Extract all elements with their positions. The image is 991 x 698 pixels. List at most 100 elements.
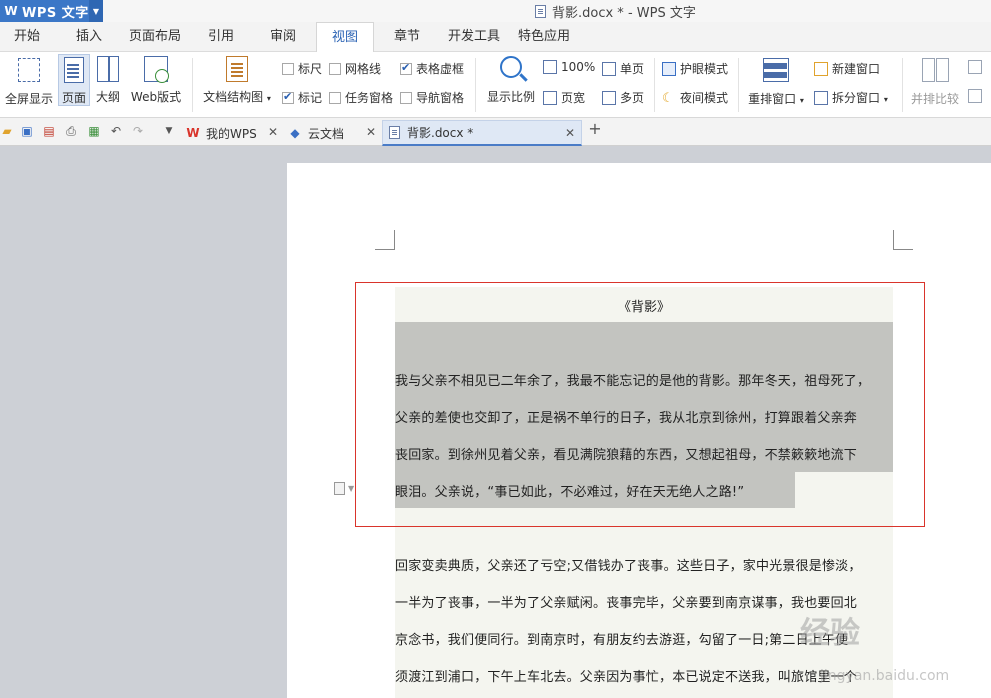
magnifier-icon [500, 56, 522, 78]
doc-structure-button[interactable]: 文档结构图 ▾ [200, 56, 274, 105]
chevron-down-icon: ▾ [883, 95, 888, 104]
close-icon[interactable]: ✕ [366, 125, 376, 139]
moon-icon: ☾ [662, 91, 674, 106]
ribbon-separator [654, 58, 655, 112]
side-by-side-button[interactable]: 并排比较 [908, 56, 962, 107]
print-preview-icon[interactable]: ▦ [87, 124, 101, 138]
split-window-icon [814, 91, 828, 105]
checkbox-icon [400, 92, 412, 104]
chevron-down-icon[interactable]: ▼ [89, 0, 103, 22]
tab-view[interactable]: 视图 [316, 22, 374, 53]
zoom-100-label: 100% [561, 60, 596, 74]
page-width-button[interactable]: 页宽 [543, 89, 585, 106]
fullscreen-icon [18, 58, 40, 82]
side-by-side-icon [922, 58, 949, 82]
tab-special-apps[interactable]: 特色应用 [512, 22, 576, 52]
eye-protect-label: 护眼模式 [680, 62, 729, 76]
fullscreen-button[interactable]: 全屏显示 [3, 56, 55, 107]
watermark-logo: 经验 [800, 616, 860, 651]
web-layout-button[interactable]: Web版式 [127, 56, 185, 105]
fullscreen-label: 全屏显示 [4, 92, 53, 106]
multi-page-button[interactable]: 多页 [602, 89, 644, 106]
body-line[interactable]: 回家变卖典质，父亲还了亏空;又借钱办了丧事。这些日子，家中光景很是惨淡， [395, 555, 862, 574]
web-layout-label: Web版式 [130, 90, 182, 104]
sync-scroll-icon[interactable] [968, 60, 986, 74]
checkbox-icon [282, 63, 294, 75]
title-bar: W WPS 文字 ▼ 背影.docx * - WPS 文字 [0, 0, 991, 22]
doc-structure-label: 文档结构图 [203, 90, 264, 104]
tab-chapter[interactable]: 章节 [382, 22, 432, 52]
redo-icon[interactable]: ↷ [131, 124, 145, 138]
gridlines-label: 网格线 [345, 62, 382, 76]
checkbox-icon [329, 92, 341, 104]
ruler-checkbox[interactable]: 标尺 [282, 60, 322, 77]
rearrange-window-icon [763, 58, 789, 82]
outline-view-label: 大纲 [95, 90, 120, 104]
ribbon-separator [738, 58, 739, 112]
new-tab-plus-icon[interactable]: + [588, 121, 602, 137]
tab-cloud-docs[interactable]: ◆ 云文档 ✕ [284, 120, 382, 146]
quick-access-toolbar: ▰ ▣ ▤ ⎙ ▦ ↶ ↷ ▼ W 我的WPS ✕ ◆ 云文档 ✕ 背影.doc… [0, 118, 991, 146]
print-icon[interactable]: ⎙ [64, 124, 78, 138]
single-page-icon [602, 62, 616, 76]
tab-references[interactable]: 引用 [196, 22, 246, 52]
tab-my-wps[interactable]: W 我的WPS ✕ [182, 120, 284, 146]
body-line[interactable]: 须渡江到浦口，下午上车北去。父亲因为事忙，本已说定不送我，叫旅馆里一个 [395, 666, 857, 685]
ruler-label: 标尺 [298, 62, 323, 76]
body-line[interactable]: 京念书，我们便同行。到南京时，有朋友约去游逛，勾留了一日;第二日上午便 [395, 629, 848, 648]
rearrange-window-button[interactable]: 重排窗口 ▾ [745, 56, 807, 107]
close-icon[interactable]: ✕ [268, 125, 278, 139]
watermark-url: jingyan.baidu.com [820, 668, 950, 684]
tab-insert[interactable]: 插入 [62, 22, 116, 52]
wps-logo-icon: W [186, 126, 200, 140]
gridlines-checkbox[interactable]: 网格线 [329, 60, 381, 77]
open-folder-icon[interactable]: ▰ [0, 124, 14, 138]
new-window-label: 新建窗口 [832, 62, 881, 76]
zoom-100-button[interactable]: 100% [543, 60, 595, 74]
annotation-highlight-box [355, 282, 925, 527]
night-mode-button[interactable]: ☾ 夜间模式 [662, 89, 728, 106]
save-icon[interactable]: ▣ [20, 124, 34, 138]
page-view-label: 页面 [61, 91, 86, 105]
app-menu-button[interactable]: W WPS 文字 ▼ [0, 0, 103, 22]
ribbon-view: 全屏显示 页面 大纲 Web版式 文档结构图 ▾ 标尺 网格线 表格虚框 标记 … [0, 52, 991, 118]
table-gridlines-checkbox[interactable]: 表格虚框 [400, 60, 464, 77]
multi-page-icon [602, 91, 616, 105]
multi-page-label: 多页 [620, 91, 645, 105]
single-page-label: 单页 [620, 62, 645, 76]
tab-review[interactable]: 审阅 [258, 22, 308, 52]
task-pane-label: 任务窗格 [345, 91, 394, 105]
page-width-icon [543, 91, 557, 105]
tab-home[interactable]: 开始 [0, 22, 54, 52]
tab-page-layout[interactable]: 页面布局 [124, 22, 186, 52]
table-gridlines-label: 表格虚框 [416, 62, 465, 76]
tab-document[interactable]: 背影.docx * ✕ [382, 120, 582, 146]
tab-label: 背影.docx * [407, 126, 474, 140]
doc-icon [387, 126, 401, 140]
close-icon[interactable]: ✕ [565, 126, 575, 140]
nav-pane-checkbox[interactable]: 导航窗格 [400, 89, 464, 106]
page-view-button[interactable]: 页面 [58, 54, 90, 106]
doc-structure-icon [226, 56, 248, 82]
new-window-button[interactable]: 新建窗口 [814, 60, 880, 77]
outline-view-button[interactable]: 大纲 [93, 56, 123, 105]
paragraph-mark-icon[interactable] [334, 482, 345, 495]
reset-position-icon[interactable] [968, 89, 986, 103]
tab-label: 云文档 [308, 126, 345, 141]
customize-toolbar-chevron-icon[interactable]: ▼ [162, 124, 176, 138]
chevron-down-icon[interactable]: ▼ [348, 484, 354, 493]
marks-checkbox[interactable]: 标记 [282, 89, 322, 106]
outline-icon [97, 56, 119, 82]
task-pane-checkbox[interactable]: 任务窗格 [329, 89, 393, 106]
tab-developer[interactable]: 开发工具 [442, 22, 506, 52]
zoom-button[interactable]: 显示比例 [484, 56, 538, 105]
body-line[interactable]: 一半为了丧事，一半为了父亲赋闲。丧事完毕，父亲要到南京谋事，我也要回北 [395, 592, 857, 611]
undo-icon[interactable]: ↶ [109, 124, 123, 138]
margin-corner-top-left [375, 230, 395, 250]
split-window-button[interactable]: 拆分窗口 ▾ [814, 89, 888, 106]
export-pdf-icon[interactable]: ▤ [42, 124, 56, 138]
chevron-down-icon: ▾ [266, 94, 271, 103]
single-page-button[interactable]: 单页 [602, 60, 644, 77]
menu-bar: 开始 插入 页面布局 引用 审阅 视图 章节 开发工具 特色应用 [0, 22, 991, 53]
eye-protect-button[interactable]: 护眼模式 [662, 60, 728, 77]
